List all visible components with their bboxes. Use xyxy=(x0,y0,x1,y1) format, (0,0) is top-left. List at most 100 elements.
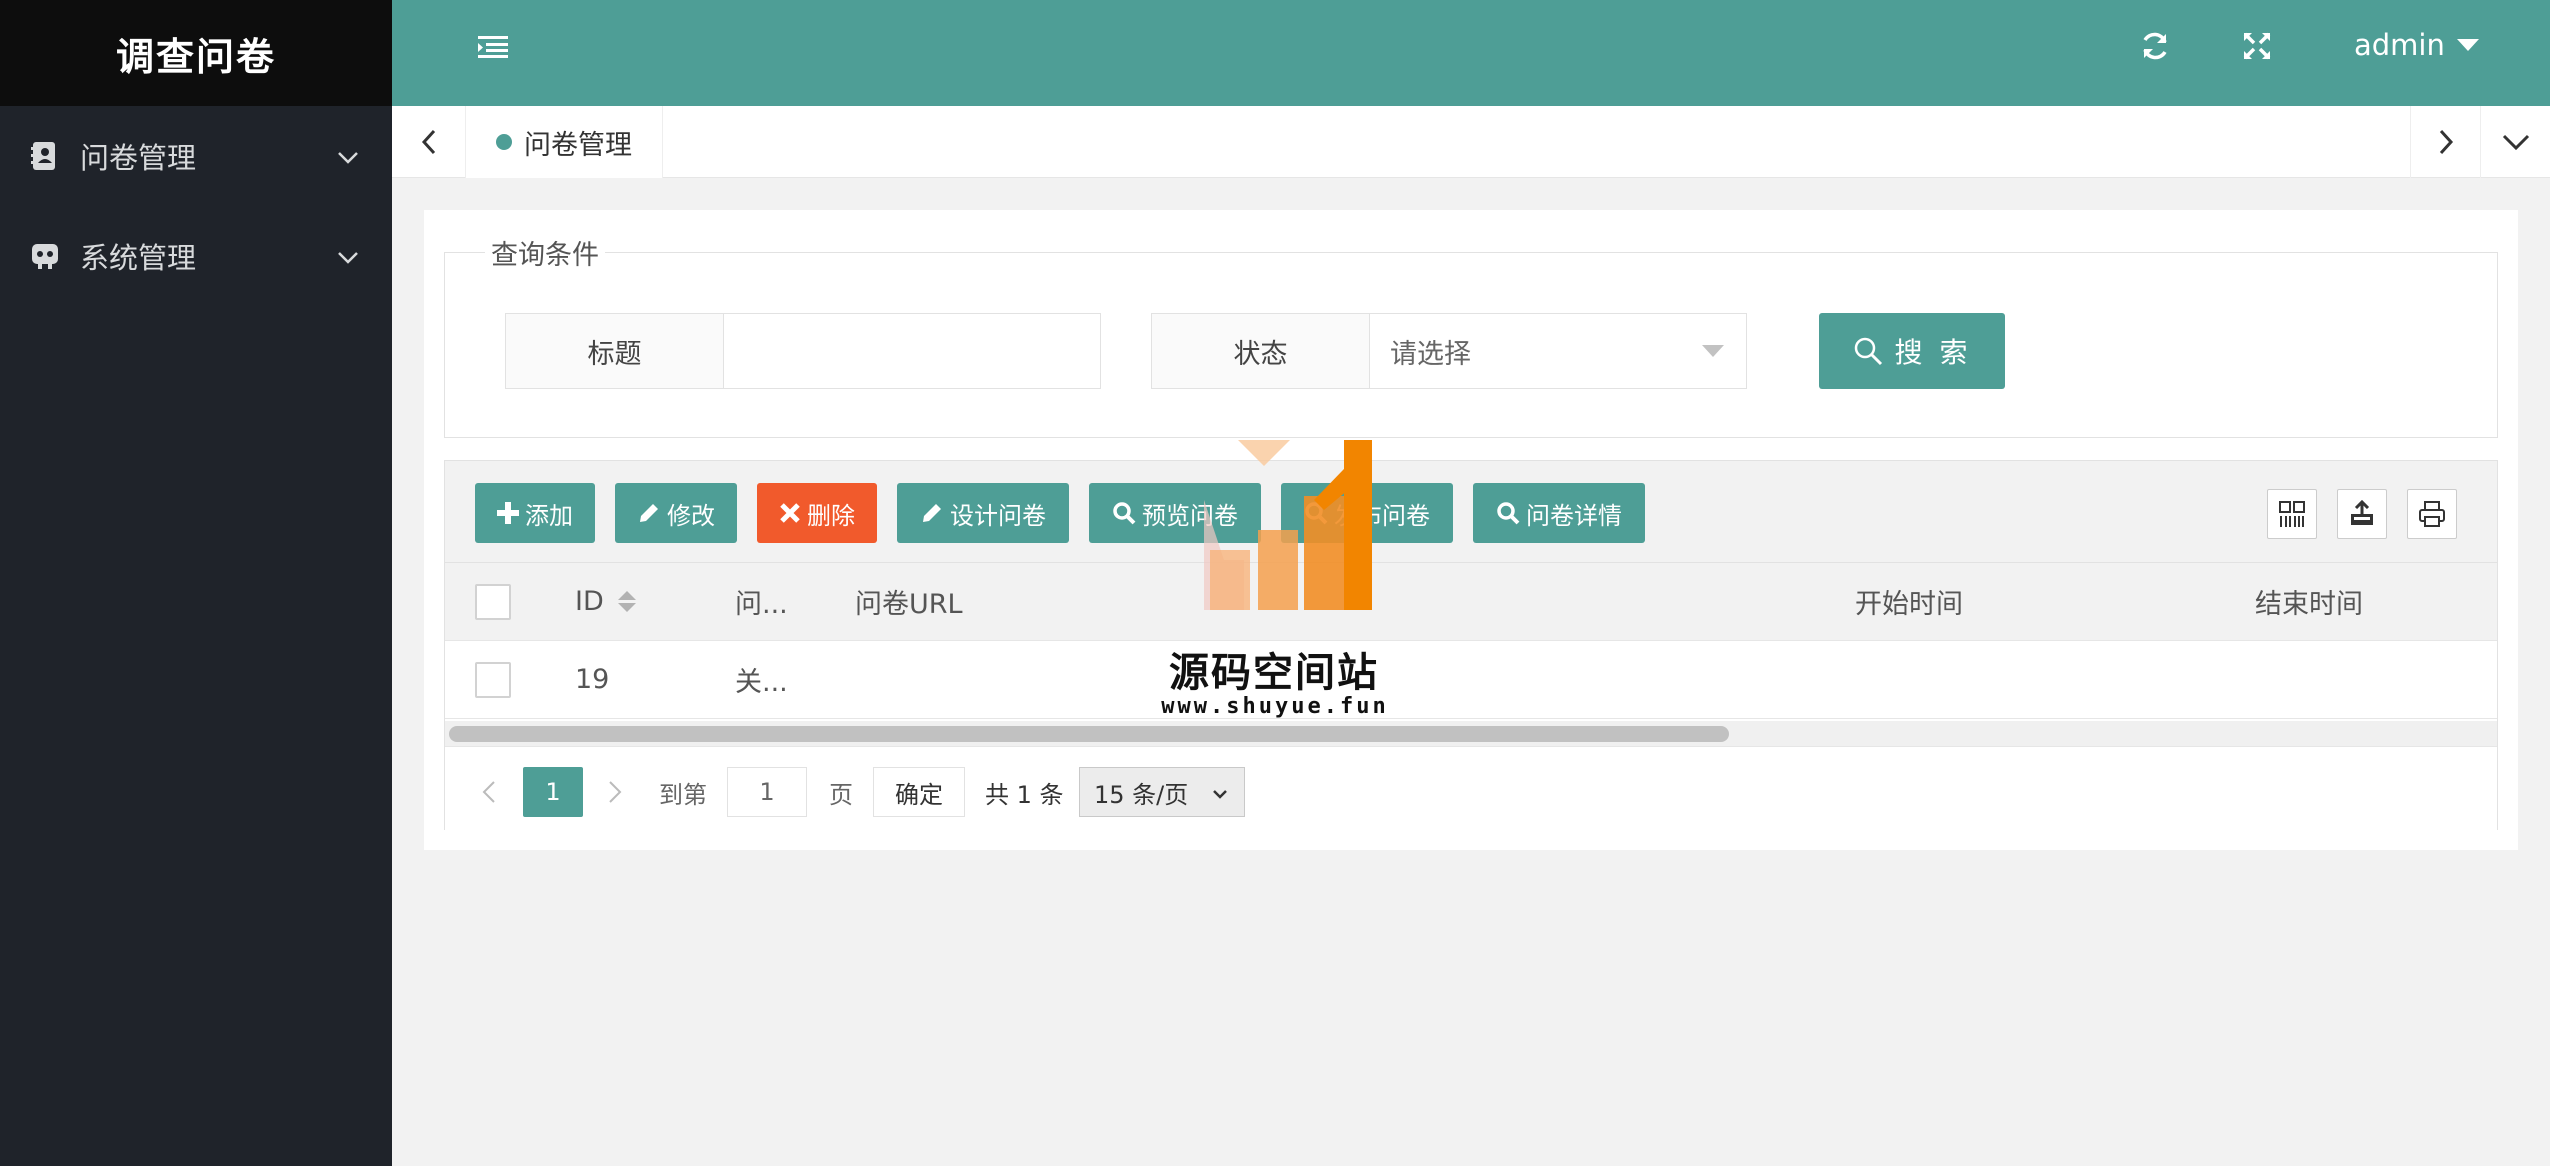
tab-scroll-left-button[interactable] xyxy=(392,106,466,178)
search-icon xyxy=(1304,501,1328,525)
search-button[interactable]: 搜 索 xyxy=(1819,313,2005,389)
preview-survey-button[interactable]: 预览问卷 xyxy=(1089,483,1261,543)
delete-label: 删除 xyxy=(807,501,855,530)
contacts-icon xyxy=(30,141,60,171)
chevron-right-icon xyxy=(2439,129,2453,155)
top-header: admin xyxy=(392,0,2550,106)
table-row[interactable]: 19 关... xyxy=(445,641,2497,719)
print-button[interactable] xyxy=(2407,489,2457,539)
prev-page-button[interactable] xyxy=(469,767,509,817)
page-size-select[interactable]: 15 条/页 xyxy=(1079,767,1245,817)
search-button-label: 搜 索 xyxy=(1894,336,1972,369)
title-label: 标题 xyxy=(506,314,724,388)
cell-id: 19 xyxy=(575,664,610,695)
preview-label: 预览问卷 xyxy=(1142,501,1238,530)
status-label: 状态 xyxy=(1152,314,1370,388)
search-legend: 查询条件 xyxy=(485,233,605,272)
title-field-group: 标题 xyxy=(505,313,1101,389)
pencil-icon xyxy=(637,501,661,525)
column-id-label: ID xyxy=(575,586,604,617)
caret-down-icon xyxy=(2456,39,2479,51)
settings-robot-icon xyxy=(30,241,60,271)
status-field-group: 状态 请选择 xyxy=(1151,313,1747,389)
tab-bar: 问卷管理 xyxy=(392,106,2550,178)
search-icon xyxy=(1854,337,1882,366)
goto-page-input[interactable]: 1 xyxy=(727,767,807,817)
menu-toggle-icon[interactable] xyxy=(478,34,510,64)
table-header: ID 问... 问卷URL 开始时间 结束时间 xyxy=(445,563,2497,641)
search-icon xyxy=(1496,501,1520,525)
delete-button[interactable]: 删除 xyxy=(757,483,877,543)
cell-title: 关... xyxy=(735,667,788,698)
select-all-checkbox[interactable] xyxy=(475,583,511,620)
design-label: 设计问卷 xyxy=(950,501,1046,530)
username: admin xyxy=(2354,28,2445,62)
user-menu[interactable]: admin xyxy=(2354,28,2479,62)
chevron-down-icon xyxy=(1212,778,1228,806)
chevron-left-icon xyxy=(421,129,435,155)
publish-label: 发布问卷 xyxy=(1334,501,1430,530)
print-icon xyxy=(2419,501,2445,527)
watermark-name: 源码空间站 xyxy=(1169,650,1379,696)
publish-survey-button[interactable]: 发布问卷 xyxy=(1281,483,1453,543)
columns-icon xyxy=(2279,501,2305,527)
table-toolbar: 添加 修改 删除 设计问卷 预览问卷 发布问卷 问卷详情 xyxy=(445,461,2497,563)
watermark-url: www.shuyue.fun xyxy=(1161,694,1389,719)
confirm-button[interactable]: 确定 xyxy=(873,767,965,817)
add-label: 添加 xyxy=(525,501,573,530)
page-size-value: 15 条/页 xyxy=(1094,780,1189,809)
chevron-down-icon xyxy=(336,242,360,276)
edit-button[interactable]: 修改 xyxy=(615,483,737,543)
sidebar-item-survey-management[interactable]: 问卷管理 xyxy=(0,106,392,206)
edit-label: 修改 xyxy=(667,501,715,530)
refresh-icon[interactable] xyxy=(2139,30,2171,66)
goto-label: 到第 xyxy=(659,780,707,809)
pagination: 1 到第 1 页 确定 共 1 条 15 条/页 xyxy=(445,747,2497,831)
tab-scroll-right-button[interactable] xyxy=(2410,106,2480,178)
add-button[interactable]: 添加 xyxy=(475,483,595,543)
sidebar-item-label: 问卷管理 xyxy=(80,141,197,175)
column-header-url: 问卷URL xyxy=(855,589,963,620)
row-checkbox[interactable] xyxy=(475,661,511,698)
design-survey-button[interactable]: 设计问卷 xyxy=(897,483,1069,543)
tab-label: 问卷管理 xyxy=(524,129,632,161)
column-header-id[interactable]: ID xyxy=(575,563,636,640)
pencil-icon xyxy=(920,501,944,525)
app-logo: 调查问卷 xyxy=(0,0,392,106)
status-placeholder: 请选择 xyxy=(1390,338,1471,370)
caret-down-icon xyxy=(1702,345,1724,357)
close-icon xyxy=(779,502,801,524)
horizontal-scrollbar[interactable] xyxy=(445,721,2497,747)
column-header-end-time: 结束时间 xyxy=(2255,589,2363,620)
chevron-left-icon xyxy=(482,781,495,803)
export-button[interactable] xyxy=(2337,489,2387,539)
tab-survey-management[interactable]: 问卷管理 xyxy=(466,106,663,178)
fullscreen-icon[interactable] xyxy=(2241,30,2273,66)
main-panel: 查询条件 标题 状态 请选择 搜 索 添加 修改 删除 设计问卷 预览问卷 发布… xyxy=(424,210,2518,850)
column-header-title: 问... xyxy=(735,589,788,620)
search-conditions: 查询条件 标题 状态 请选择 搜 索 xyxy=(444,233,2498,438)
sidebar: 调查问卷 问卷管理 系统管理 xyxy=(0,0,392,1166)
columns-filter-button[interactable] xyxy=(2267,489,2317,539)
chevron-down-icon xyxy=(2502,134,2529,151)
sort-icon[interactable] xyxy=(617,591,636,612)
scrollbar-thumb[interactable] xyxy=(449,726,1729,742)
chevron-down-icon xyxy=(336,142,360,176)
detail-label: 问卷详情 xyxy=(1526,501,1622,530)
next-page-button[interactable] xyxy=(595,767,635,817)
column-header-start-time: 开始时间 xyxy=(1855,589,1963,620)
plus-icon xyxy=(497,502,519,524)
page-1-button[interactable]: 1 xyxy=(523,767,583,817)
page-unit-label: 页 xyxy=(829,780,853,809)
title-input[interactable] xyxy=(724,314,1100,388)
active-dot xyxy=(496,134,512,150)
total-count: 共 1 条 xyxy=(985,780,1064,809)
sidebar-item-system-management[interactable]: 系统管理 xyxy=(0,206,392,306)
tab-options-button[interactable] xyxy=(2480,106,2550,178)
survey-detail-button[interactable]: 问卷详情 xyxy=(1473,483,1645,543)
data-table: 添加 修改 删除 设计问卷 预览问卷 发布问卷 问卷详情 ID 问... 问卷U… xyxy=(444,460,2498,831)
status-select[interactable]: 请选择 xyxy=(1370,314,1746,388)
chevron-right-icon xyxy=(609,781,622,803)
export-icon xyxy=(2351,500,2373,525)
sidebar-item-label: 系统管理 xyxy=(80,241,197,275)
